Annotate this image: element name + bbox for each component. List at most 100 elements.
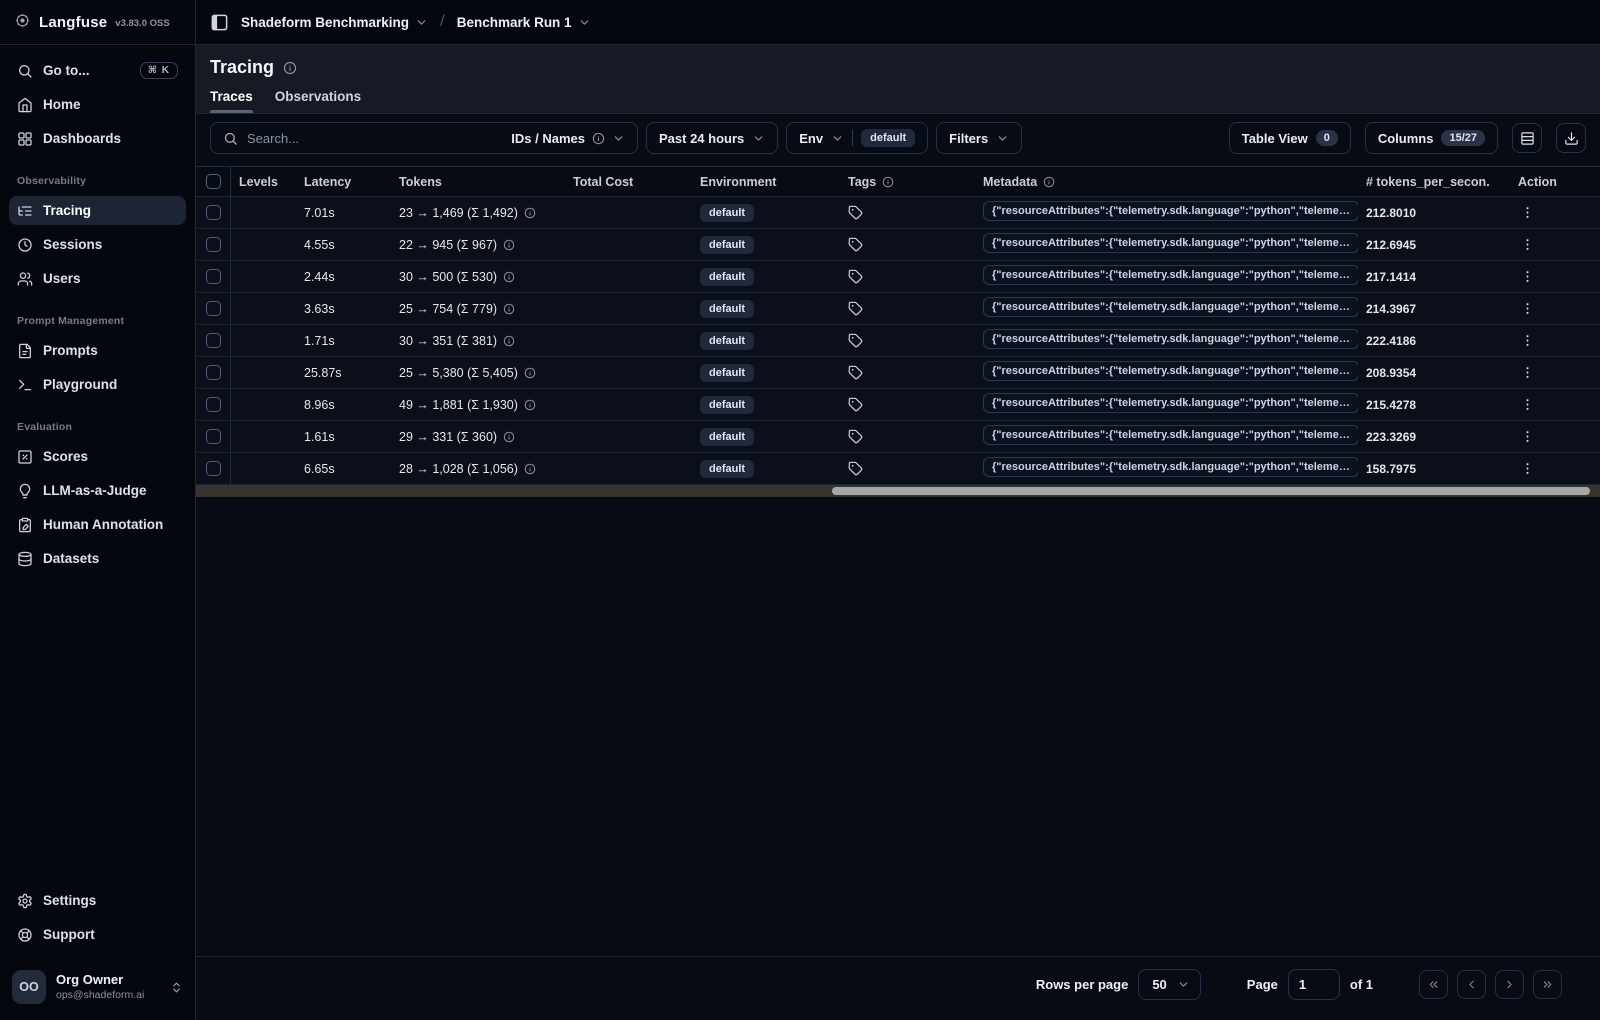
row-checkbox-cell — [196, 229, 231, 260]
row-checkbox[interactable] — [205, 237, 221, 252]
run-selector[interactable]: Benchmark Run 1 — [457, 15, 591, 30]
add-tag-button[interactable] — [848, 461, 863, 476]
metadata-chip[interactable]: {"resourceAttributes":{"telemetry.sdk.la… — [983, 329, 1358, 349]
metadata-chip[interactable]: {"resourceAttributes":{"telemetry.sdk.la… — [983, 265, 1358, 285]
previous-page-button[interactable] — [1457, 970, 1486, 999]
info-icon — [503, 335, 515, 347]
sidebar-item-users[interactable]: Users — [9, 264, 186, 293]
add-tag-button[interactable] — [848, 237, 863, 252]
table-row[interactable]: 25.87s 25 → 5,380 (Σ 5,405) default {"re… — [196, 357, 1600, 389]
action-cell — [1490, 203, 1600, 222]
next-page-button[interactable] — [1495, 970, 1524, 999]
row-actions-button[interactable] — [1518, 203, 1537, 222]
row-actions-button[interactable] — [1518, 299, 1537, 318]
add-tag-button[interactable] — [848, 429, 863, 444]
sidebar-item-scores[interactable]: Scores — [9, 442, 186, 471]
env-filter-button[interactable]: Env default — [786, 122, 929, 154]
table-row[interactable]: 3.63s 25 → 754 (Σ 779) default {"resourc… — [196, 293, 1600, 325]
horizontal-scrollbar[interactable] — [196, 485, 1600, 497]
account-menu[interactable]: OO Org Owner ops@shadeform.ai — [0, 960, 195, 1020]
metadata-chip[interactable]: {"resourceAttributes":{"telemetry.sdk.la… — [983, 425, 1358, 445]
row-actions-button[interactable] — [1518, 235, 1537, 254]
table-row[interactable]: 6.65s 28 → 1,028 (Σ 1,056) default {"res… — [196, 453, 1600, 485]
chevron-down-icon — [415, 16, 428, 29]
row-checkbox[interactable] — [205, 269, 221, 284]
table-row[interactable]: 2.44s 30 → 500 (Σ 530) default {"resourc… — [196, 261, 1600, 293]
add-tag-button[interactable] — [848, 269, 863, 284]
row-checkbox[interactable] — [205, 461, 221, 476]
tab-observations[interactable]: Observations — [275, 89, 361, 113]
table-row[interactable]: 1.61s 29 → 331 (Σ 360) default {"resourc… — [196, 421, 1600, 453]
metadata-chip[interactable]: {"resourceAttributes":{"telemetry.sdk.la… — [983, 233, 1358, 253]
row-checkbox[interactable] — [205, 333, 221, 348]
metadata-chip[interactable]: {"resourceAttributes":{"telemetry.sdk.la… — [983, 201, 1358, 221]
search-input[interactable] — [247, 130, 503, 146]
action-cell — [1490, 363, 1600, 382]
row-checkbox-cell — [196, 389, 231, 420]
sidebar-item-support[interactable]: Support — [9, 920, 186, 949]
add-tag-button[interactable] — [848, 301, 863, 316]
row-actions-button[interactable] — [1518, 363, 1537, 382]
metadata-chip[interactable]: {"resourceAttributes":{"telemetry.sdk.la… — [983, 393, 1358, 413]
add-tag-button[interactable] — [848, 333, 863, 348]
table-view-button[interactable]: Table View 0 — [1228, 122, 1351, 154]
sidebar-item-datasets[interactable]: Datasets — [9, 544, 186, 573]
horizontal-scrollbar-thumb[interactable] — [832, 487, 1590, 495]
tokens-value: 28 → 1,028 (Σ 1,056) — [399, 461, 518, 476]
rows-per-page-select[interactable]: 50 — [1138, 969, 1201, 1000]
tokens-value: 29 → 331 (Σ 360) — [399, 429, 498, 444]
tokens-value: 30 → 500 (Σ 530) — [399, 269, 498, 284]
sidebar-item-human-annotation[interactable]: Human Annotation — [9, 510, 186, 539]
tab-traces[interactable]: Traces — [210, 89, 253, 113]
sidebar-item-prompts[interactable]: Prompts — [9, 336, 186, 365]
first-page-button[interactable] — [1419, 970, 1448, 999]
metadata-chip[interactable]: {"resourceAttributes":{"telemetry.sdk.la… — [983, 457, 1358, 477]
page-title: Tracing — [210, 57, 275, 77]
row-actions-button[interactable] — [1518, 267, 1537, 286]
row-actions-button[interactable] — [1518, 331, 1537, 350]
time-range-button[interactable]: Past 24 hours — [646, 122, 779, 154]
row-checkbox-cell — [196, 293, 231, 324]
table-view-count-badge: 0 — [1315, 130, 1338, 146]
table-row[interactable]: 4.55s 22 → 945 (Σ 967) default {"resourc… — [196, 229, 1600, 261]
row-checkbox[interactable] — [205, 365, 221, 380]
tokens-per-second-cell: 212.6945 — [1366, 237, 1417, 252]
columns-button[interactable]: Columns 15/27 — [1364, 122, 1498, 154]
row-height-button[interactable] — [1512, 123, 1542, 153]
table-row[interactable]: 8.96s 49 → 1,881 (Σ 1,930) default {"res… — [196, 389, 1600, 421]
export-button[interactable] — [1556, 123, 1586, 153]
sidebar-item-dashboards[interactable]: Dashboards — [9, 124, 186, 153]
sidebar-item-sessions[interactable]: Sessions — [9, 230, 186, 259]
latency-cell: 7.01s — [304, 205, 335, 220]
row-actions-button[interactable] — [1518, 459, 1537, 478]
project-selector[interactable]: Shadeform Benchmarking — [241, 15, 428, 30]
sidebar-item-llm-as-a-judge[interactable]: LLM-as-a-Judge — [9, 476, 186, 505]
sidebar-item-playground[interactable]: Playground — [9, 370, 186, 399]
goto-button[interactable]: Go to... ⌘ K — [9, 56, 186, 85]
page-number-input[interactable] — [1287, 969, 1340, 1000]
row-actions-button[interactable] — [1518, 427, 1537, 446]
metadata-chip[interactable]: {"resourceAttributes":{"telemetry.sdk.la… — [983, 361, 1358, 381]
add-tag-button[interactable] — [848, 365, 863, 380]
last-page-button[interactable] — [1533, 970, 1562, 999]
table-row[interactable]: 1.71s 30 → 351 (Σ 381) default {"resourc… — [196, 325, 1600, 357]
metadata-chip[interactable]: {"resourceAttributes":{"telemetry.sdk.la… — [983, 297, 1358, 317]
filters-button[interactable]: Filters — [936, 122, 1023, 154]
tokens-value: 22 → 945 (Σ 967) — [399, 237, 498, 252]
sidebar-toggle-button[interactable] — [210, 13, 229, 32]
add-tag-button[interactable] — [848, 397, 863, 412]
row-checkbox[interactable] — [205, 301, 221, 316]
search-type-dropdown[interactable]: IDs / Names — [511, 131, 625, 146]
row-checkbox[interactable] — [205, 429, 221, 444]
row-checkbox[interactable] — [205, 205, 221, 220]
sidebar-item-tracing[interactable]: Tracing — [9, 196, 186, 225]
select-all-checkbox[interactable] — [205, 174, 221, 189]
sidebar-item-settings[interactable]: Settings — [9, 886, 186, 915]
search-input-group[interactable]: IDs / Names — [210, 122, 638, 154]
sidebar-item-home[interactable]: Home — [9, 90, 186, 119]
row-checkbox[interactable] — [205, 397, 221, 412]
environment-cell: default — [692, 267, 840, 286]
row-actions-button[interactable] — [1518, 395, 1537, 414]
table-row[interactable]: 7.01s 23 → 1,469 (Σ 1,492) default {"res… — [196, 197, 1600, 229]
add-tag-button[interactable] — [848, 205, 863, 220]
